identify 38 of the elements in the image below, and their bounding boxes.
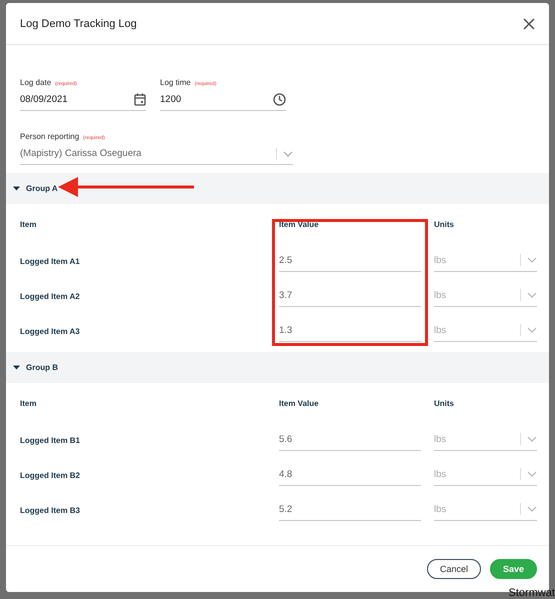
value-field[interactable]: 5.2 (279, 500, 421, 520)
calendar-icon (134, 93, 146, 106)
item-name: Logged Item B2 (20, 471, 82, 480)
column-header: Item Value (279, 399, 320, 408)
column-header: Item (20, 220, 38, 229)
field-label: Log date (20, 78, 52, 87)
save-button[interactable]: Save (490, 559, 537, 579)
item-name: Logged Item A2 (20, 292, 81, 301)
group-header[interactable]: Group A (6, 173, 549, 204)
value-field[interactable]: 1.3 (279, 322, 421, 342)
value-field[interactable]: 4.8 (279, 466, 421, 486)
item-name: Logged Item A1 (20, 257, 81, 266)
time-field[interactable]: 1200 (160, 91, 286, 111)
group-header[interactable]: Group B (6, 352, 549, 383)
value-field[interactable]: 5.6 (279, 430, 421, 450)
chevron-down-icon (527, 292, 537, 298)
cancel-button[interactable]: Cancel (426, 559, 481, 579)
chevron-down-icon (527, 257, 537, 263)
chevron-down-icon (527, 436, 537, 442)
column-header: Units (434, 399, 455, 408)
item-name: Logged Item B1 (20, 436, 82, 445)
item-name: Logged Item A3 (20, 327, 81, 336)
date-field[interactable]: 08/09/2021 (20, 91, 146, 111)
item-name: Logged Item B3 (20, 506, 82, 515)
person-select[interactable]: (Mapistry) Carissa Oseguera (20, 145, 293, 165)
chevron-down-icon (283, 150, 293, 156)
chevron-down-icon (527, 471, 537, 477)
clock-icon (273, 93, 286, 106)
field-label: Log time (160, 78, 191, 87)
dialog-title: Log Demo Tracking Log (20, 18, 137, 30)
chevron-down-icon (527, 327, 537, 333)
value-field[interactable]: 3.7 (279, 286, 421, 306)
chevron-down-icon (527, 506, 537, 512)
column-header: Item (20, 399, 38, 408)
column-header: Units (434, 220, 455, 229)
field-label: Person reporting (20, 132, 80, 141)
value-field[interactable]: 2.5 (279, 252, 421, 272)
close-icon[interactable] (523, 18, 535, 30)
